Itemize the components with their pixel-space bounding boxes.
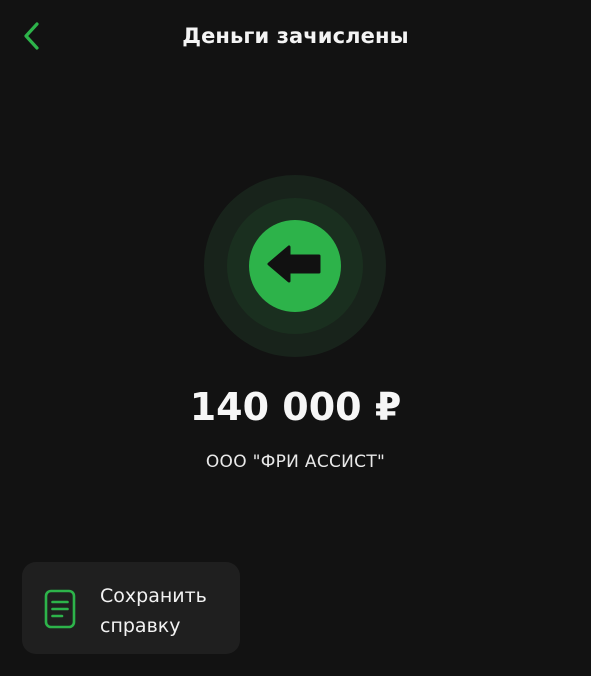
top-bar: Деньги зачислены — [0, 0, 591, 80]
status-circle — [249, 220, 341, 312]
save-certificate-label-line2: справку — [100, 615, 181, 637]
page-title: Деньги зачислены — [182, 24, 409, 48]
payer-name: ООО "ФРИ АССИСТ" — [205, 452, 386, 472]
status-icon — [204, 175, 386, 357]
save-certificate-button[interactable]: Сохранить справку — [22, 562, 240, 654]
document-icon — [43, 589, 77, 629]
arrow-left-icon — [267, 244, 323, 288]
save-certificate-label-line1: Сохранить — [100, 585, 207, 607]
save-certificate-label: Сохранить справку — [100, 581, 230, 641]
transfer-amount: 140 000 ₽ — [189, 385, 402, 429]
